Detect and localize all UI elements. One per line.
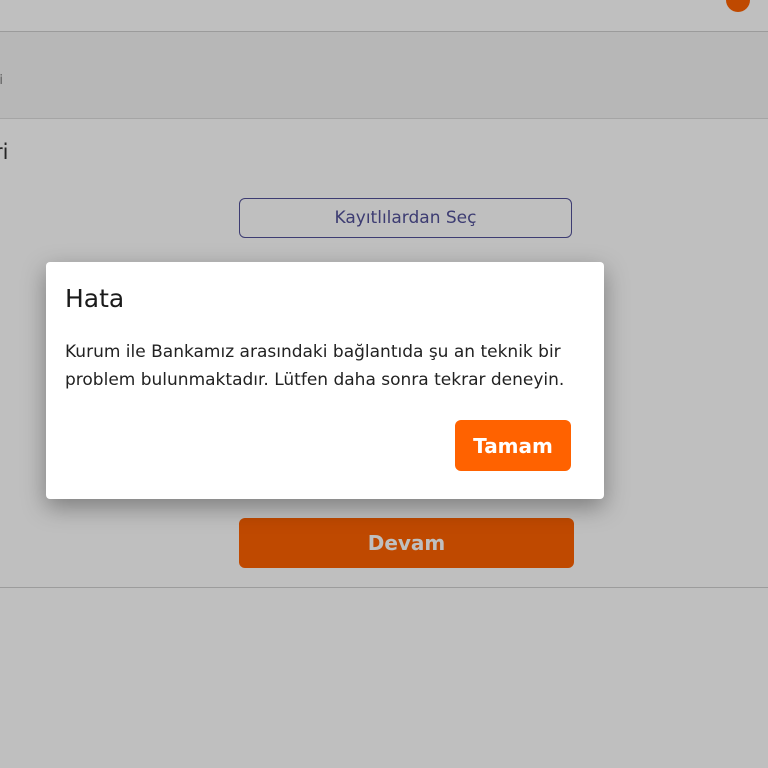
ok-button[interactable]: Tamam [455, 420, 571, 471]
dialog-title: Hata [65, 284, 125, 313]
dialog-message: Kurum ile Bankamız arasındaki bağlantıda… [65, 342, 565, 390]
error-dialog: Hata Kurum ile Bankamız arasındaki bağla… [46, 262, 604, 499]
